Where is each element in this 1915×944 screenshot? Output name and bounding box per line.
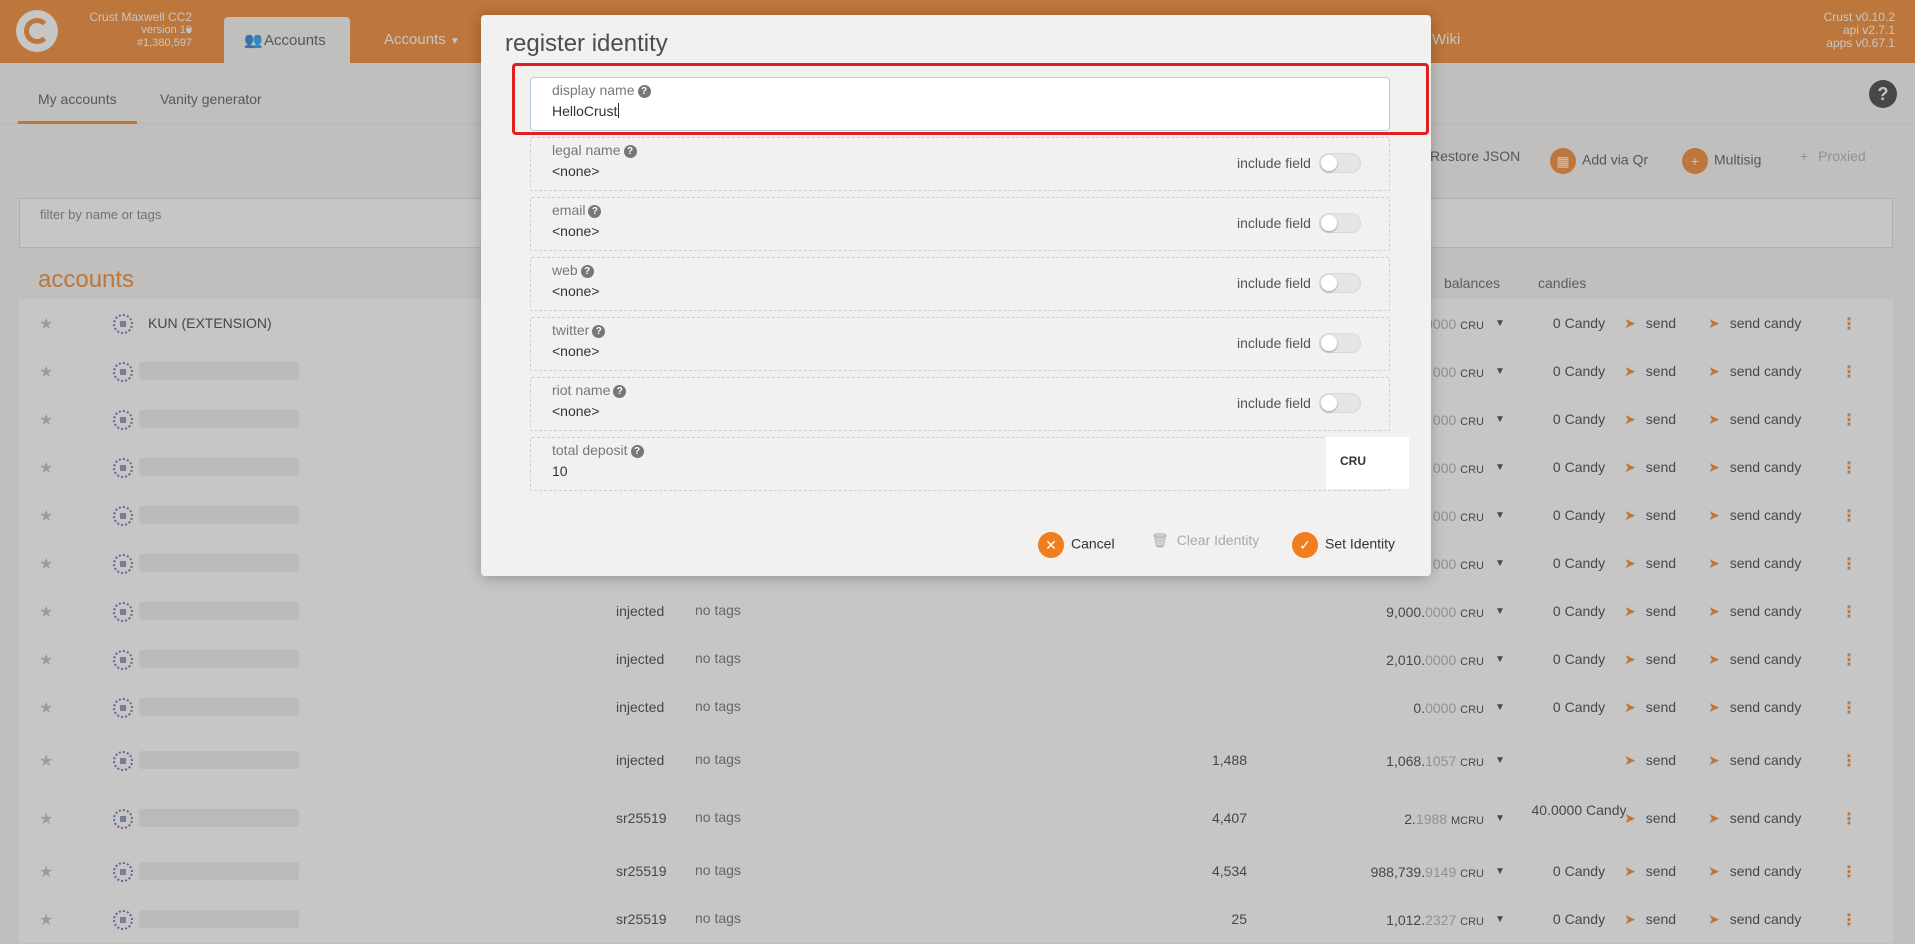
twitter-field[interactable]: twitter? <none> include field (530, 317, 1390, 371)
close-icon: ✕ (1038, 532, 1064, 558)
include-field-label: include field (1237, 335, 1311, 351)
field-label: email (552, 202, 586, 218)
field-label: web (552, 262, 578, 278)
help-icon[interactable]: ? (588, 205, 602, 218)
modal-title: register identity (505, 30, 668, 57)
include-field-label: include field (1237, 155, 1311, 171)
web-input[interactable]: <none> (552, 283, 600, 299)
email-input[interactable]: <none> (552, 223, 600, 239)
total-deposit-value: 10 (552, 463, 568, 479)
include-field-label: include field (1237, 215, 1311, 231)
set-identity-button[interactable]: ✓ Set Identity (1292, 532, 1395, 558)
check-icon: ✓ (1292, 532, 1318, 558)
riot-name-input[interactable]: <none> (552, 403, 600, 419)
field-label: twitter (552, 322, 590, 338)
display-name-highlight (512, 63, 1429, 135)
field-label: riot name (552, 382, 611, 398)
cancel-button[interactable]: ✕ Cancel (1038, 532, 1115, 558)
include-twitter-toggle[interactable] (1319, 333, 1361, 353)
field-label: total deposit (552, 442, 628, 458)
include-legal-name-toggle[interactable] (1319, 153, 1361, 173)
help-icon[interactable]: ? (613, 385, 627, 398)
email-field[interactable]: email? <none> include field (530, 197, 1390, 251)
legal-name-input[interactable]: <none> (552, 163, 600, 179)
help-icon[interactable]: ? (580, 265, 594, 278)
help-icon[interactable]: ? (623, 145, 637, 158)
clear-identity-button[interactable]: 🗑 Clear Identity (1151, 532, 1259, 549)
include-web-toggle[interactable] (1319, 273, 1361, 293)
riot-name-field[interactable]: riot name? <none> include field (530, 377, 1390, 431)
include-riot-name-toggle[interactable] (1319, 393, 1361, 413)
help-icon[interactable]: ? (592, 325, 606, 338)
deposit-unit: CRU (1326, 437, 1409, 489)
twitter-input[interactable]: <none> (552, 343, 600, 359)
legal-name-field[interactable]: legal name? <none> include field (530, 137, 1390, 191)
trash-icon: 🗑 (1151, 532, 1169, 548)
field-label: legal name (552, 142, 621, 158)
include-email-toggle[interactable] (1319, 213, 1361, 233)
include-field-label: include field (1237, 275, 1311, 291)
total-deposit-field: total deposit? 10 CRU (530, 437, 1409, 491)
include-field-label: include field (1237, 395, 1311, 411)
web-field[interactable]: web? <none> include field (530, 257, 1390, 311)
help-icon[interactable]: ? (630, 445, 644, 458)
